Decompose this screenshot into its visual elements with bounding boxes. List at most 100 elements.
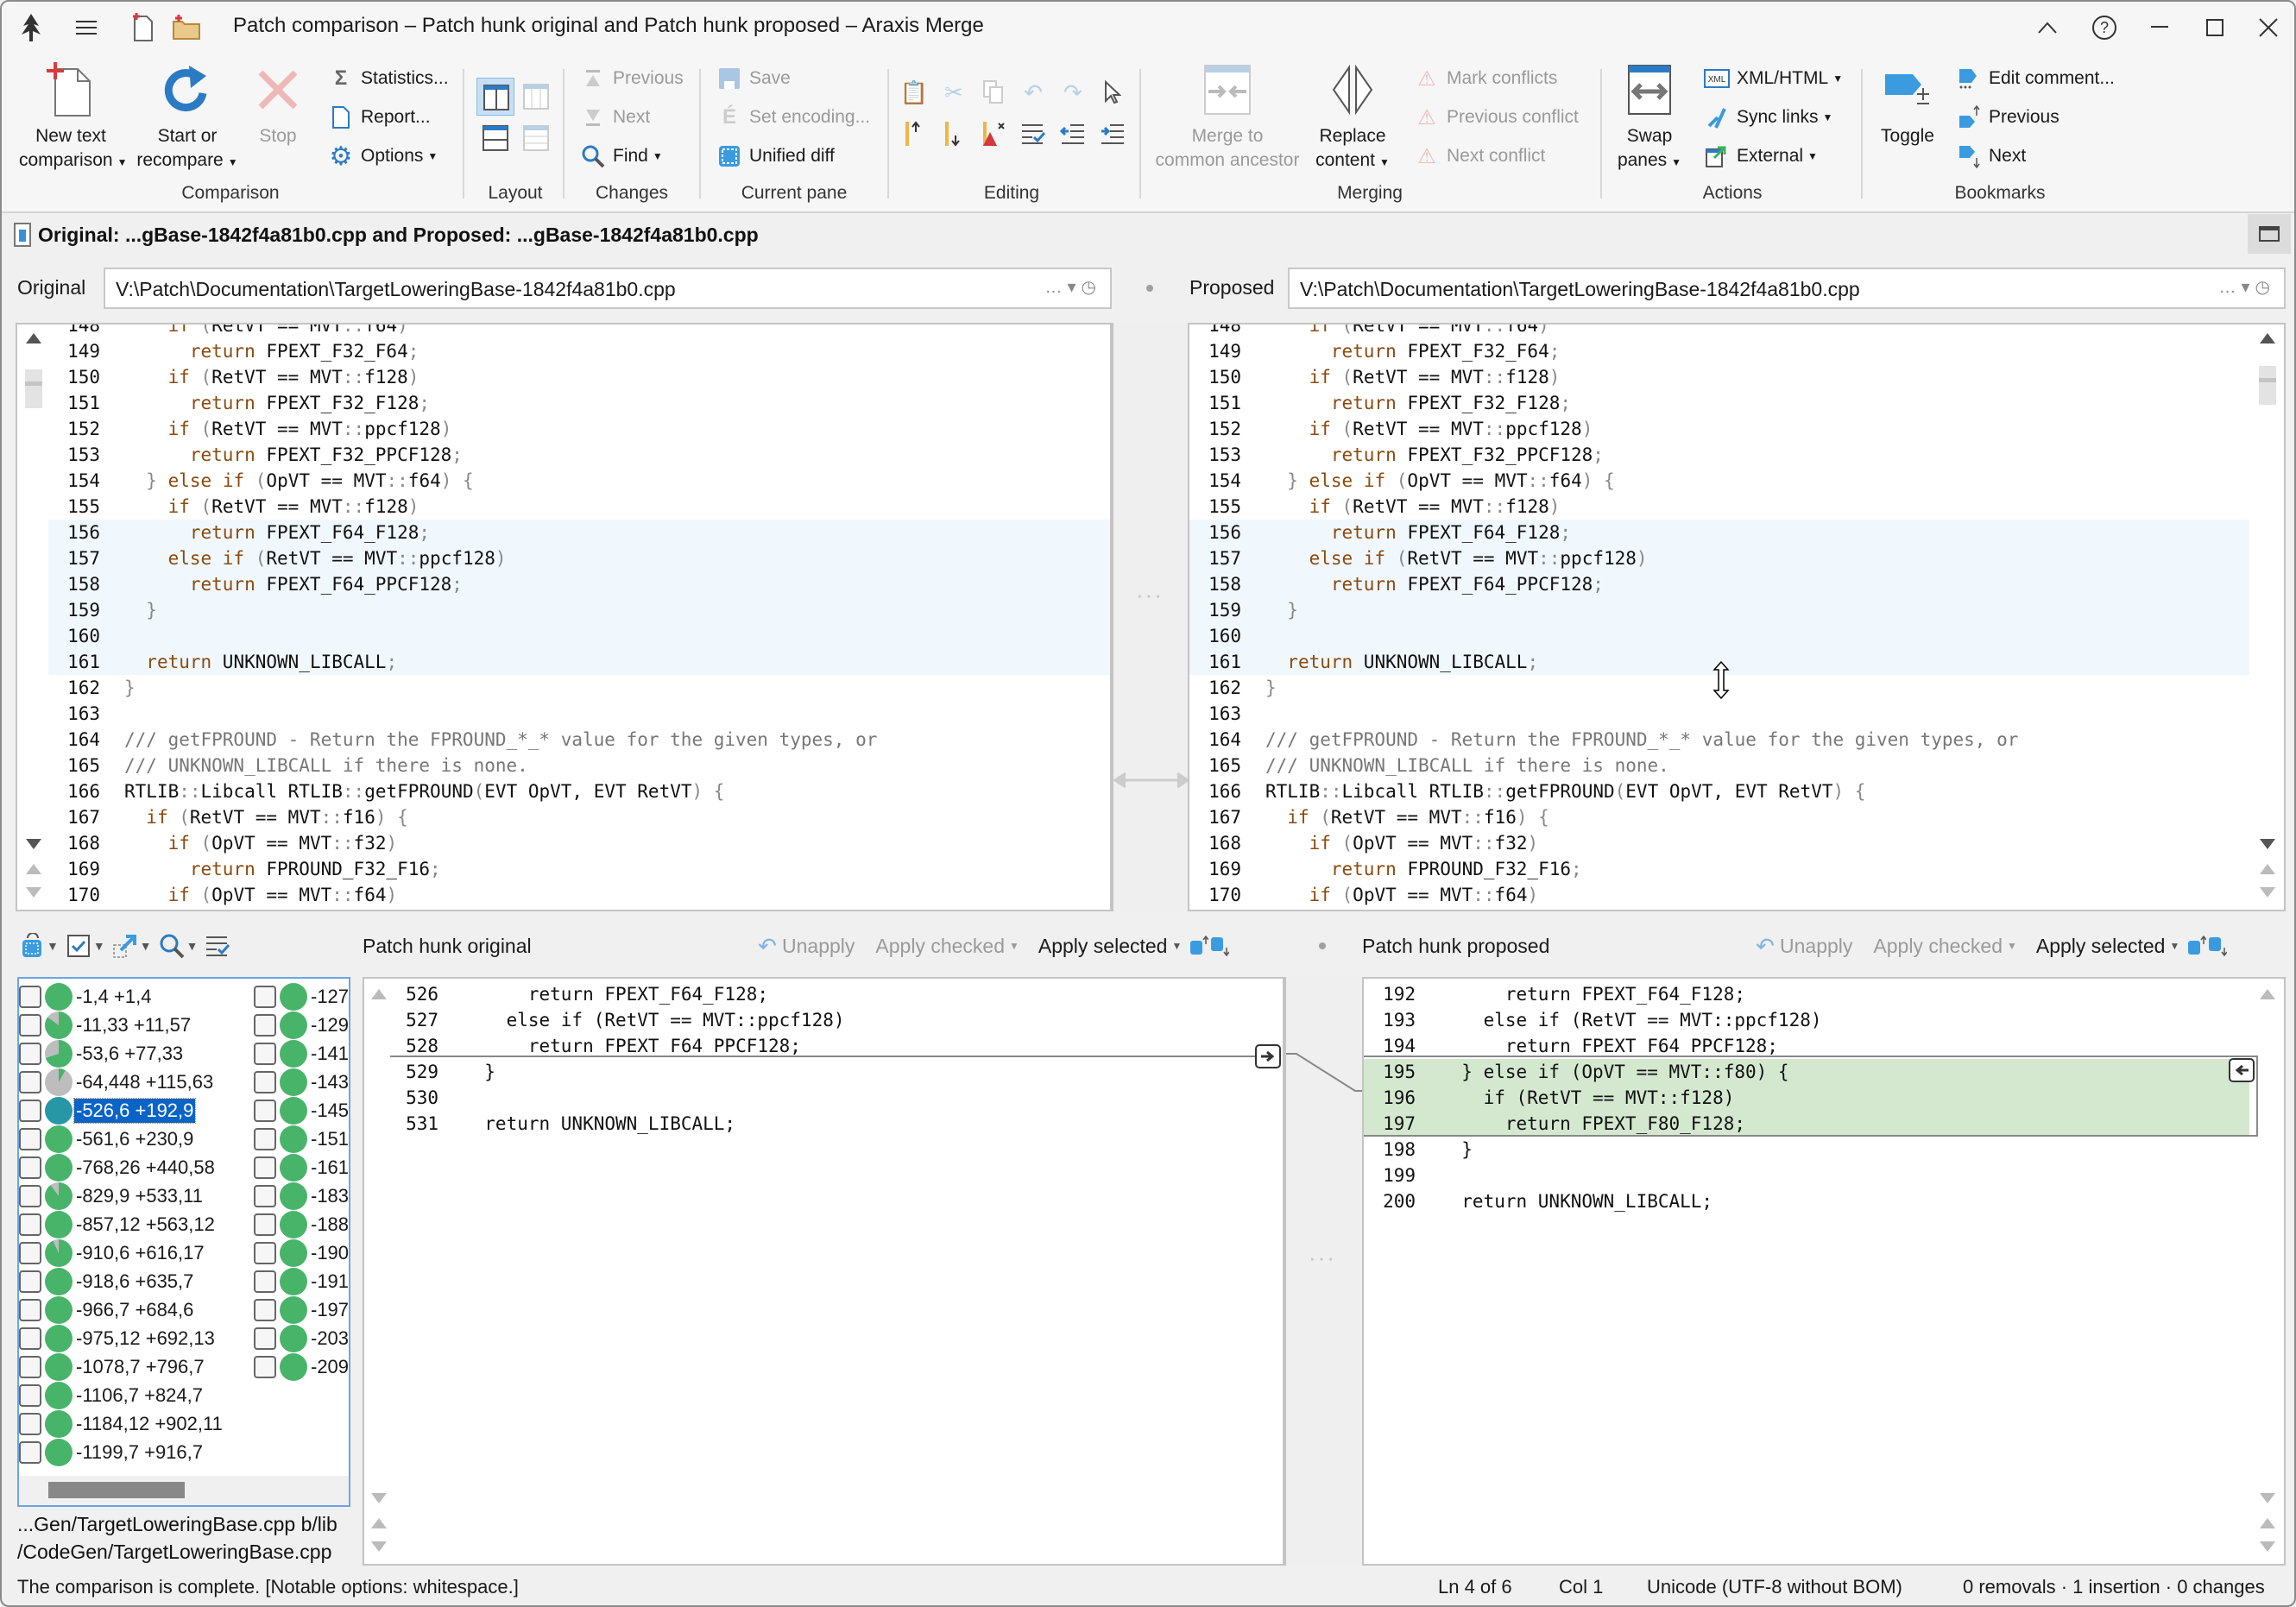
restore-layout-button[interactable] <box>2248 214 2291 254</box>
code-line[interactable]: 163 <box>1189 701 2249 727</box>
hunk-list-item[interactable]: -127 <box>254 982 349 1011</box>
scroll-to-bottom-icon[interactable] <box>371 1541 387 1552</box>
go-to-hunk-icon[interactable] <box>110 931 140 961</box>
scroll-thumb[interactable] <box>25 369 42 408</box>
check-lines-icon[interactable] <box>1019 119 1048 148</box>
find-button[interactable]: Find ▼ <box>580 142 663 171</box>
undo-icon[interactable]: ↶ <box>1019 78 1048 107</box>
hunk-list-item[interactable]: -11,33 +11,57 <box>19 1011 192 1039</box>
code-line[interactable]: 160 <box>48 623 1110 649</box>
browse-ellipsis-icon[interactable]: … <box>2219 278 2242 297</box>
code-line[interactable]: 154 } else if (OpVT == MVT::f64) { <box>48 468 1110 494</box>
hunk-list-item[interactable]: -53,6 +77,33 <box>19 1039 185 1068</box>
code-line[interactable]: 153 return FPEXT_F32_PPCF128; <box>1189 442 2249 468</box>
next-change-button[interactable]: Next <box>580 103 650 132</box>
apply-selected-button[interactable]: Apply selected <box>2036 935 2166 958</box>
code-line[interactable]: 526 return FPEXT_F64_F128; <box>387 981 1283 1007</box>
hunk-checkbox[interactable] <box>19 1013 41 1037</box>
hunk-original-code-pane[interactable]: 526 return FPEXT_F64_F128; 527 else if (R… <box>363 977 1284 1566</box>
scroll-to-top-icon[interactable] <box>26 864 41 874</box>
hunk-list-item[interactable]: -1078,7 +796,7 <box>19 1352 206 1381</box>
set-encoding-button[interactable]: É Set encoding... <box>716 103 870 132</box>
previous-conflict-button[interactable]: ⚠ Previous conflict <box>1414 103 1579 132</box>
minimize-button[interactable] <box>2134 9 2186 47</box>
code-line[interactable]: 154 } else if (OpVT == MVT::f64) { <box>1189 468 2249 494</box>
code-line[interactable]: 198 } <box>1364 1137 2249 1163</box>
hunk-list-item[interactable]: -141 <box>254 1039 349 1068</box>
proposed-vertical-scrollbar[interactable] <box>2256 325 2280 910</box>
statistics-button[interactable]: Σ Statistics... <box>328 64 449 93</box>
stop-button[interactable]: Stop <box>243 62 312 148</box>
hunk-checkbox[interactable] <box>254 1298 276 1321</box>
scroll-up-arrow-icon[interactable] <box>2260 989 2275 999</box>
scroll-to-bottom-icon[interactable] <box>2260 1541 2275 1552</box>
hunk-checkbox[interactable] <box>19 985 41 1008</box>
hunk-list-item[interactable]: -829,9 +533,11 <box>19 1182 205 1210</box>
hunk-checkbox[interactable] <box>254 1127 276 1150</box>
hamburger-menu-icon[interactable] <box>69 10 104 45</box>
clear-conflict-icon[interactable] <box>979 119 1008 148</box>
redo-icon[interactable]: ↷ <box>1058 78 1088 107</box>
hunk-list-item[interactable]: -1106,7 +824,7 <box>19 1381 205 1409</box>
hunk-proposed-code-pane[interactable]: 192 return FPEXT_F64_F128; 193 else if (R… <box>1362 977 2286 1566</box>
insert-line-below-icon[interactable] <box>939 119 968 148</box>
scroll-to-bottom-icon[interactable] <box>26 887 41 898</box>
code-line[interactable]: 199 <box>1364 1163 2249 1188</box>
code-line[interactable]: 150 if (RetVT == MVT::f128) <box>1189 364 2249 390</box>
hunk-list-item[interactable]: -188 <box>254 1210 349 1238</box>
next-bookmark-button[interactable]: Next <box>1956 142 2026 171</box>
next-hunk-icon[interactable] <box>1209 931 1230 961</box>
dropdown-caret-icon[interactable]: ▼ <box>2007 940 2017 952</box>
code-line[interactable]: 168 if (OpVT == MVT::f32) <box>1189 830 2249 856</box>
cut-scissors-icon[interactable]: ✂ <box>939 78 968 107</box>
scroll-to-top-icon[interactable] <box>2260 864 2275 874</box>
hunk-checkbox[interactable] <box>254 1099 276 1122</box>
layout-three-way-vertical-button[interactable] <box>517 78 555 116</box>
code-line[interactable]: 151 return FPEXT_F32_F128; <box>48 390 1110 416</box>
code-line[interactable]: 150 if (RetVT == MVT::f128) <box>48 364 1110 390</box>
search-hunks-icon[interactable] <box>157 931 186 961</box>
hunk-list-item[interactable]: -197 <box>254 1295 349 1324</box>
code-line[interactable]: 149 return FPEXT_F32_F64; <box>48 338 1110 364</box>
dropdown-caret-icon[interactable]: ▼ <box>2169 940 2179 952</box>
previous-bookmark-button[interactable]: Previous <box>1956 103 2059 132</box>
resize-horizontal-arrow-icon[interactable] <box>1113 770 1191 791</box>
scroll-up-arrow-icon[interactable] <box>26 333 41 343</box>
hunk-list-item[interactable]: -209 <box>254 1352 349 1381</box>
hunk-list-item[interactable]: -151 <box>254 1125 349 1153</box>
dropdown-caret-icon[interactable]: ▼ <box>1171 940 1182 952</box>
apply-hunk-arrow-button[interactable] <box>1255 1044 1281 1068</box>
hunk-checkbox[interactable] <box>19 1070 41 1093</box>
code-line[interactable]: 170 if (OpVT == MVT::f64) <box>1189 882 2249 908</box>
new-folder-comparison-icon[interactable] <box>169 10 204 45</box>
code-line[interactable]: 156 return FPEXT_F64_F128; <box>1189 520 2249 545</box>
dropdown-caret-icon[interactable]: ▼ <box>140 939 152 953</box>
layout-two-way-horizontal-button[interactable] <box>476 119 514 157</box>
options-button[interactable]: ⚙ Options ▼ <box>328 142 438 171</box>
hunk-checkbox[interactable] <box>19 1298 41 1321</box>
unified-diff-button[interactable]: Unified diff <box>716 142 835 171</box>
swap-panes-button[interactable]: Swap panes ▼ <box>1611 62 1688 174</box>
layout-two-way-vertical-button[interactable] <box>476 78 514 116</box>
hunk-list-item[interactable]: -561,6 +230,9 <box>19 1125 195 1153</box>
code-line[interactable]: 167 if (RetVT == MVT::f16) { <box>48 804 1110 830</box>
maximize-button[interactable] <box>2189 9 2241 47</box>
hunk-checkbox[interactable] <box>254 1355 276 1378</box>
history-dropdown-icon[interactable]: ▾ <box>1068 278 1082 297</box>
apply-list-icon[interactable] <box>203 931 232 961</box>
code-line[interactable]: 158 return FPEXT_F64_PPCF128; <box>1189 571 2249 597</box>
hunk-list-item[interactable]: -161 <box>254 1153 349 1182</box>
code-line[interactable]: 169 return FPROUND_F32_F16; <box>1189 856 2249 882</box>
hunk-checkbox[interactable] <box>19 1127 41 1150</box>
edit-bookmark-comment-button[interactable]: Edit comment... <box>1956 64 2115 93</box>
next-conflict-button[interactable]: ⚠ Next conflict <box>1414 142 1545 171</box>
indent-icon[interactable] <box>1098 119 1127 148</box>
merge-to-common-ancestor-button[interactable]: Merge to common ancestor <box>1150 62 1305 173</box>
code-line[interactable]: 167 if (RetVT == MVT::f16) { <box>1189 804 2249 830</box>
hunk-checkbox[interactable] <box>19 1355 41 1378</box>
dropdown-caret-icon[interactable]: ▼ <box>47 939 59 953</box>
sync-links-button[interactable]: Sync links ▼ <box>1704 103 1832 132</box>
xml-html-button[interactable]: XML XML/HTML ▼ <box>1704 64 1843 93</box>
code-line[interactable]: 155 if (RetVT == MVT::f128) <box>1189 494 2249 520</box>
code-line[interactable]: 152 if (RetVT == MVT::ppcf128) <box>48 416 1110 442</box>
